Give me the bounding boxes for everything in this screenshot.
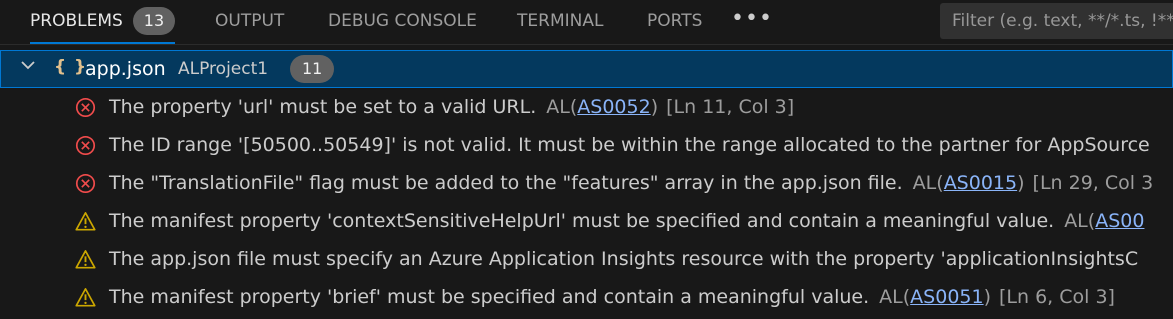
problem-message: The property 'url' must be set to a vali…	[109, 96, 537, 118]
error-icon	[75, 135, 96, 156]
problem-row[interactable]: The manifest property 'contextSensitiveH…	[0, 202, 1173, 240]
problem-source-label: AL	[1064, 210, 1088, 232]
error-icon	[75, 97, 96, 118]
problem-source: AL(AS0051)	[879, 286, 992, 308]
problem-content: The "TranslationFile" flag must be added…	[109, 164, 1153, 202]
warning-icon	[75, 212, 96, 231]
problem-code-link[interactable]: AS00	[1095, 210, 1144, 232]
problem-row[interactable]: The manifest property 'brief' must be sp…	[0, 278, 1173, 316]
problem-source-label: AL	[879, 286, 903, 308]
tab-ports-label: PORTS	[647, 11, 703, 31]
json-braces-icon: { }	[54, 57, 88, 77]
problem-row[interactable]: The "TranslationFile" flag must be added…	[0, 164, 1173, 202]
tab-problems[interactable]: PROBLEMS 13	[30, 0, 176, 44]
problem-content: The manifest property 'brief' must be sp…	[109, 278, 1115, 316]
problem-location: [Ln 29, Col 3	[1032, 172, 1154, 194]
problem-content: The property 'url' must be set to a vali…	[109, 88, 794, 126]
tab-debug-console-label: DEBUG CONSOLE	[328, 11, 477, 31]
tab-terminal[interactable]: TERMINAL	[517, 0, 603, 44]
file-group-row[interactable]: { } app.json ALProject1 11	[0, 50, 1173, 88]
problem-source: AL(AS00	[1064, 210, 1145, 232]
problem-content: The app.json file must specify an Azure …	[109, 240, 1138, 278]
problems-count-badge: 13	[132, 7, 176, 35]
problem-code-link[interactable]: AS0015	[944, 172, 1017, 194]
error-icon	[75, 173, 96, 194]
filter-input[interactable]: Filter (e.g. text, **/*.ts, !**	[940, 3, 1173, 39]
problem-source: AL(AS0015)	[912, 172, 1025, 194]
problem-row[interactable]: The property 'url' must be set to a vali…	[0, 88, 1173, 126]
problem-message: The "TranslationFile" flag must be added…	[109, 172, 903, 194]
problem-source-label: AL	[546, 96, 570, 118]
problem-code-link[interactable]: AS0051	[910, 286, 983, 308]
problem-message: The manifest property 'brief' must be sp…	[109, 286, 870, 308]
problem-row[interactable]: The ID range '[50500..50549]' is not val…	[0, 126, 1173, 164]
tab-terminal-label: TERMINAL	[517, 11, 604, 31]
problem-row[interactable]: The app.json file must specify an Azure …	[0, 240, 1173, 278]
problem-source: AL(AS0052)	[546, 96, 659, 118]
chevron-down-icon[interactable]	[20, 57, 36, 73]
group-count-badge: 11	[290, 55, 335, 83]
problem-content: The ID range '[50500..50549]' is not val…	[109, 126, 1150, 164]
problem-message: The ID range '[50500..50549]' is not val…	[109, 134, 1150, 156]
problem-content: The manifest property 'contextSensitiveH…	[109, 202, 1144, 240]
problem-code-link[interactable]: AS0052	[577, 96, 650, 118]
panel-tab-bar: PROBLEMS 13 OUTPUT DEBUG CONSOLE TERMINAL…	[0, 0, 1173, 44]
problems-list: The property 'url' must be set to a vali…	[0, 88, 1173, 316]
problem-location: [Ln 11, Col 3]	[666, 96, 795, 118]
problem-location: [Ln 6, Col 3]	[999, 286, 1115, 308]
tab-output[interactable]: OUTPUT	[215, 0, 284, 44]
problem-message: The app.json file must specify an Azure …	[109, 248, 1139, 270]
problem-message: The manifest property 'contextSensitiveH…	[109, 210, 1055, 232]
tab-ports[interactable]: PORTS	[647, 0, 702, 44]
warning-icon	[75, 288, 96, 307]
tab-output-label: OUTPUT	[215, 11, 285, 31]
warning-icon	[75, 250, 96, 269]
tab-bar-divider	[0, 44, 1173, 45]
group-project-name: ALProject1	[178, 59, 269, 79]
more-actions-icon[interactable]: •••	[731, 0, 773, 38]
tab-debug-console[interactable]: DEBUG CONSOLE	[328, 0, 477, 44]
group-file-name: app.json	[85, 58, 166, 80]
tab-problems-label: PROBLEMS	[30, 11, 123, 31]
problem-source-label: AL	[912, 172, 937, 194]
